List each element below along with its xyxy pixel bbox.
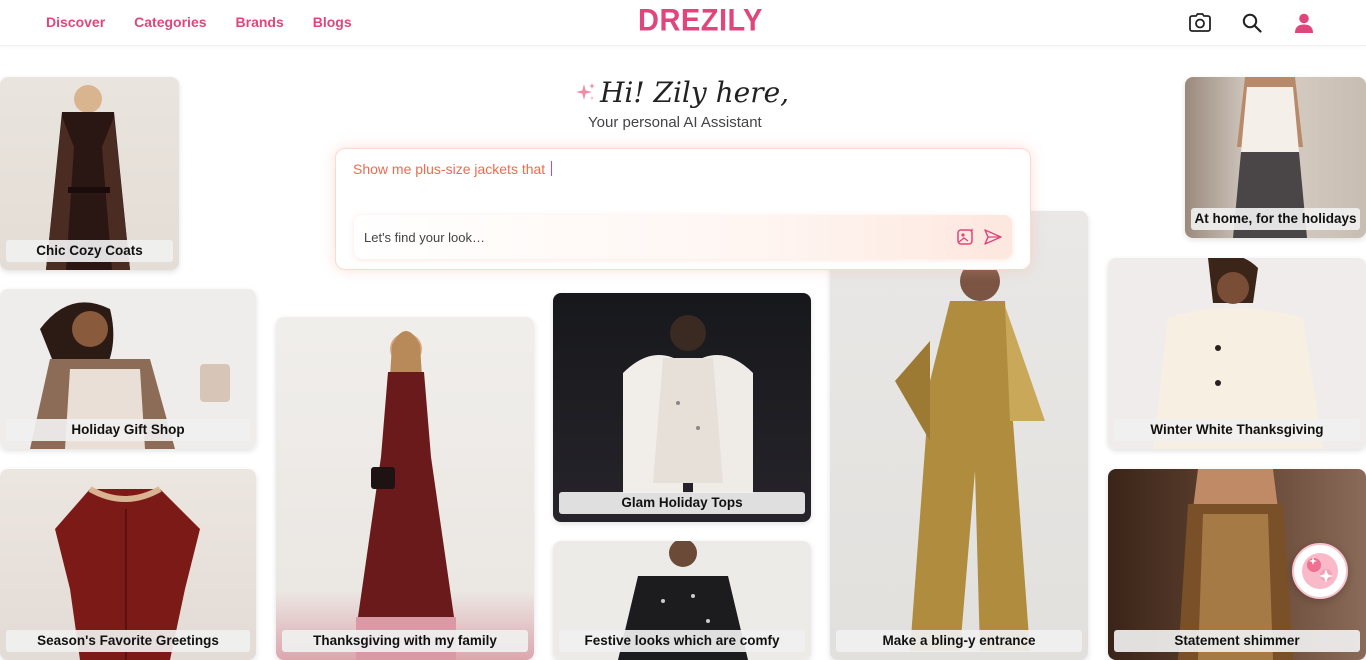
prompt-input-pill [354, 215, 1012, 259]
card-label: Statement shimmer [1114, 630, 1360, 652]
card-label: Thanksgiving with my family [282, 630, 528, 652]
card-seasons-favorite-greetings[interactable]: Season's Favorite Greetings [0, 469, 256, 660]
card-label: Chic Cozy Coats [6, 240, 173, 262]
card-label: Winter White Thanksgiving [1114, 419, 1360, 441]
card-at-home-for-the-holidays[interactable]: At home, for the holidays [1185, 77, 1366, 238]
text-caret [551, 161, 553, 176]
top-nav: Discover Categories Brands Blogs DREZILY [0, 0, 1366, 46]
card-label: Season's Favorite Greetings [6, 630, 250, 652]
card-festive-looks-which-are-comfy[interactable]: Festive looks which are comfy [553, 541, 811, 660]
card-glam-holiday-tops[interactable]: Glam Holiday Tops [553, 293, 811, 522]
card-chic-cozy-coats[interactable]: Chic Cozy Coats [0, 77, 179, 270]
nav-brands[interactable]: Brands [236, 14, 284, 30]
card-label: Glam Holiday Tops [559, 492, 805, 514]
brand-logo[interactable]: DREZILY [638, 4, 763, 40]
user-icon[interactable] [1292, 11, 1316, 35]
nav-icons [1188, 11, 1316, 35]
card-make-a-bling-y-entrance[interactable]: Make a bling-y entrance [830, 211, 1088, 660]
card-label: At home, for the holidays [1191, 208, 1360, 230]
ai-assistant-button[interactable] [1292, 543, 1348, 599]
card-holiday-gift-shop[interactable]: Holiday Gift Shop [0, 289, 256, 449]
sparkle-icon [576, 83, 595, 100]
assistant-greeting: Hi! Zily here, [600, 76, 790, 109]
card-image [553, 293, 811, 522]
camera-icon[interactable] [1188, 11, 1212, 35]
sparkle-assistant-icon [1302, 553, 1338, 589]
prompt-input[interactable] [364, 226, 924, 248]
card-label: Make a bling-y entrance [836, 630, 1082, 652]
card-label: Holiday Gift Shop [6, 419, 250, 441]
nav-links: Discover Categories Brands Blogs [46, 14, 352, 30]
image-upload-icon[interactable] [955, 226, 977, 248]
nav-discover[interactable]: Discover [46, 14, 105, 30]
nav-blogs[interactable]: Blogs [313, 14, 352, 30]
send-icon[interactable] [982, 226, 1004, 248]
nav-categories[interactable]: Categories [134, 14, 206, 30]
assistant-chat-box[interactable]: Show me plus-size jackets that [335, 148, 1031, 270]
search-icon[interactable] [1240, 11, 1264, 35]
card-winter-white-thanksgiving[interactable]: Winter White Thanksgiving [1108, 258, 1366, 449]
typed-prompt: Show me plus-size jackets that [353, 161, 553, 177]
card-label: Festive looks which are comfy [559, 630, 805, 652]
assistant-subtitle: Your personal AI Assistant [588, 114, 762, 131]
card-image [830, 211, 1088, 660]
card-thanksgiving-with-my-family[interactable]: Thanksgiving with my family [276, 317, 534, 660]
card-image [276, 317, 534, 660]
